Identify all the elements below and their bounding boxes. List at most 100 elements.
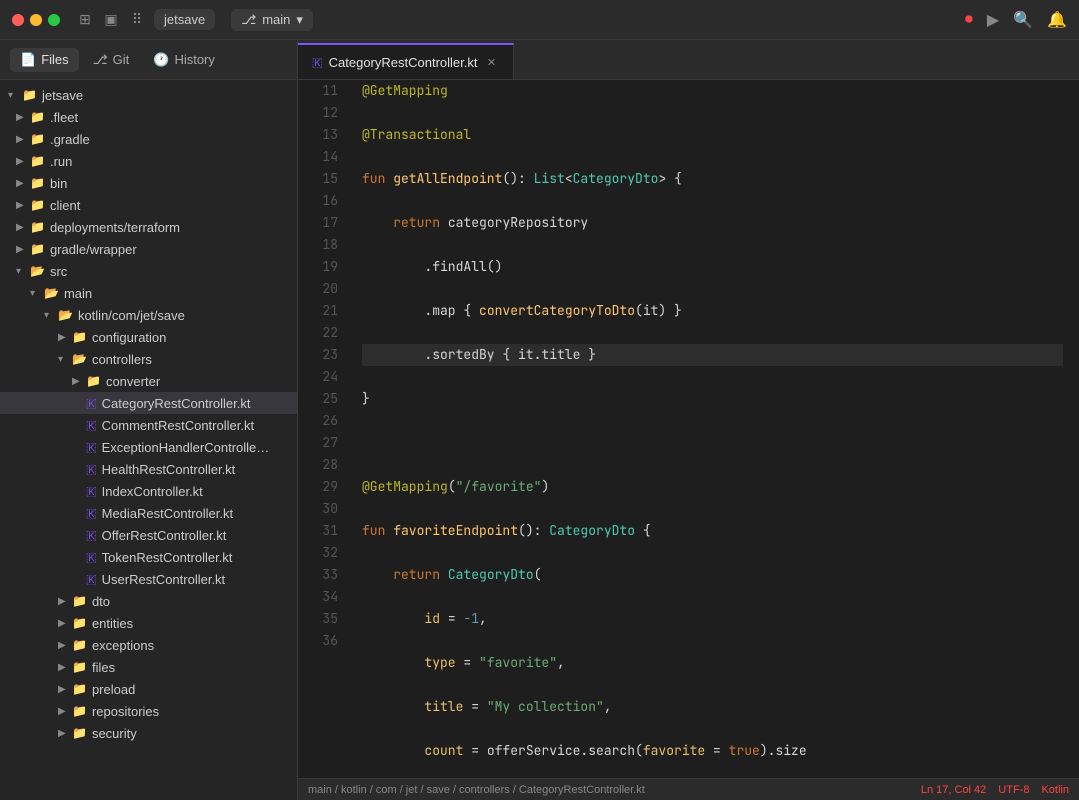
- files-icon: 📄: [20, 52, 36, 68]
- arrow-icon: ▾: [16, 266, 30, 277]
- editor-area: 🇰 CategoryRestController.kt ✕ 11 12 13 1…: [298, 40, 1079, 800]
- tree-item-converter[interactable]: ▶ 📁 converter: [0, 370, 297, 392]
- arrow-icon: ▶: [58, 728, 72, 739]
- code-line: }: [362, 388, 1063, 410]
- folder-icon: 📁: [72, 638, 87, 652]
- project-name: jetsave: [164, 12, 205, 27]
- arrow-icon: ▶: [16, 222, 30, 233]
- titlebar-right: ⏺ ▶ 🔍 🔔: [965, 10, 1067, 30]
- item-label: CommentRestController.kt: [102, 418, 254, 433]
- arrow-icon: ▶: [58, 662, 72, 673]
- arrow-icon: ▾: [8, 90, 22, 101]
- arrow-icon: ▾: [44, 310, 58, 321]
- kotlin-file-icon: 🇰: [86, 484, 97, 499]
- folder-icon: 📁: [30, 154, 45, 168]
- folder-icon: 📁: [72, 616, 87, 630]
- tree-item-index-controller[interactable]: 🇰 IndexController.kt: [0, 480, 297, 502]
- tree-item-offer-controller[interactable]: 🇰 OfferRestController.kt: [0, 524, 297, 546]
- folder-icon: 📁: [30, 198, 45, 212]
- main-layout: 📄 Files ⎇ Git 🕐 History ▾ 📁 jetsave ▶: [0, 40, 1079, 800]
- tree-item-repositories[interactable]: ▶ 📁 repositories: [0, 700, 297, 722]
- tree-item-main[interactable]: ▾ 📂 main: [0, 282, 297, 304]
- tree-item-category-controller[interactable]: 🇰 CategoryRestController.kt: [0, 392, 297, 414]
- item-label: client: [50, 198, 80, 213]
- arrow-icon: ▶: [58, 706, 72, 717]
- tree-item-client[interactable]: ▶ 📁 client: [0, 194, 297, 216]
- tree-item-preload[interactable]: ▶ 📁 preload: [0, 678, 297, 700]
- tree-item-security[interactable]: ▶ 📁 security: [0, 722, 297, 744]
- folder-icon: 📁: [72, 660, 87, 674]
- code-line: title = "My collection",: [362, 696, 1063, 718]
- sidebar-toggle-icon[interactable]: ⊞: [76, 11, 94, 29]
- encoding-label: UTF-8: [998, 784, 1029, 796]
- tree-item-deployments[interactable]: ▶ 📁 deployments/terraform: [0, 216, 297, 238]
- tree-item-run[interactable]: ▶ 📁 .run: [0, 150, 297, 172]
- folder-icon: 📂: [58, 308, 73, 322]
- code-line: type = "favorite",: [362, 652, 1063, 674]
- minimize-button[interactable]: [30, 14, 42, 26]
- folder-icon: 📂: [72, 352, 87, 366]
- tree-root[interactable]: ▾ 📁 jetsave: [0, 84, 297, 106]
- search-icon[interactable]: 🔍: [1013, 10, 1033, 30]
- tree-item-user-controller[interactable]: 🇰 UserRestController.kt: [0, 568, 297, 590]
- run-icon[interactable]: ▶: [987, 10, 999, 30]
- tree-item-dto[interactable]: ▶ 📁 dto: [0, 590, 297, 612]
- tree-item-exceptions[interactable]: ▶ 📁 exceptions: [0, 634, 297, 656]
- tree-item-bin[interactable]: ▶ 📁 bin: [0, 172, 297, 194]
- arrow-icon: ▶: [16, 244, 30, 255]
- tree-item-entities[interactable]: ▶ 📁 entities: [0, 612, 297, 634]
- tree-item-exception-controller[interactable]: 🇰 ExceptionHandlerControlle…: [0, 436, 297, 458]
- branch-icon: ⎇: [241, 12, 256, 28]
- arrow-icon: ▶: [16, 112, 30, 123]
- item-label: ExceptionHandlerControlle…: [102, 440, 270, 455]
- folder-icon: 📁: [30, 242, 45, 256]
- kotlin-file-icon: 🇰: [86, 418, 97, 433]
- close-tab-button[interactable]: ✕: [483, 54, 499, 70]
- tree-item-fleet[interactable]: ▶ 📁 .fleet: [0, 106, 297, 128]
- folder-icon: 📁: [72, 726, 87, 740]
- item-label: .fleet: [50, 110, 78, 125]
- tree-item-files[interactable]: ▶ 📁 files: [0, 656, 297, 678]
- tree-item-controllers[interactable]: ▾ 📂 controllers: [0, 348, 297, 370]
- item-label: HealthRestController.kt: [102, 462, 236, 477]
- branch-selector[interactable]: ⎇ main ▾: [231, 9, 313, 31]
- editor-tab-category[interactable]: 🇰 CategoryRestController.kt ✕: [298, 43, 514, 79]
- tree-item-configuration[interactable]: ▶ 📁 configuration: [0, 326, 297, 348]
- layout-icon[interactable]: ▣: [102, 11, 120, 29]
- record-icon[interactable]: ⏺: [965, 11, 973, 29]
- arrow-icon: ▾: [58, 354, 72, 365]
- language-label: Kotlin: [1041, 784, 1069, 796]
- item-label: deployments/terraform: [50, 220, 180, 235]
- cursor-position: Ln 17, Col 42: [921, 784, 986, 796]
- tree-item-comment-controller[interactable]: 🇰 CommentRestController.kt: [0, 414, 297, 436]
- code-line: @GetMapping("/favorite"): [362, 476, 1063, 498]
- tree-item-gradle-wrapper[interactable]: ▶ 📁 gradle/wrapper: [0, 238, 297, 260]
- arrow-icon: ▶: [16, 200, 30, 211]
- grid-icon[interactable]: ⠿: [128, 11, 146, 29]
- tree-item-kotlin[interactable]: ▾ 📂 kotlin/com/jet/save: [0, 304, 297, 326]
- arrow-icon: ▶: [58, 640, 72, 651]
- bell-icon[interactable]: 🔔: [1047, 10, 1067, 30]
- tree-item-gradle[interactable]: ▶ 📁 .gradle: [0, 128, 297, 150]
- code-line: count = offerService.search(favorite = t…: [362, 740, 1063, 762]
- code-line: .map { convertCategoryToDto(it) }: [362, 300, 1063, 322]
- maximize-button[interactable]: [48, 14, 60, 26]
- tree-item-token-controller[interactable]: 🇰 TokenRestController.kt: [0, 546, 297, 568]
- tree-item-health-controller[interactable]: 🇰 HealthRestController.kt: [0, 458, 297, 480]
- item-label: .run: [50, 154, 72, 169]
- item-label: security: [92, 726, 137, 741]
- code-content[interactable]: @GetMapping @Transactional fun getAllEnd…: [346, 80, 1079, 778]
- code-editor[interactable]: 11 12 13 14 15 16 17 18 19 20 21 22 23 2…: [298, 80, 1079, 778]
- root-label: jetsave: [42, 88, 83, 103]
- sidebar-tab-git[interactable]: ⎇ Git: [83, 48, 140, 72]
- project-selector[interactable]: jetsave: [154, 9, 215, 30]
- tree-item-src[interactable]: ▾ 📂 src: [0, 260, 297, 282]
- sidebar-tab-files[interactable]: 📄 Files: [10, 48, 79, 72]
- arrow-icon: ▶: [58, 618, 72, 629]
- close-button[interactable]: [12, 14, 24, 26]
- item-label: UserRestController.kt: [102, 572, 226, 587]
- tree-item-media-controller[interactable]: 🇰 MediaRestController.kt: [0, 502, 297, 524]
- kotlin-file-icon: 🇰: [86, 462, 97, 477]
- breadcrumb-text: main / kotlin / com / jet / save / contr…: [308, 784, 645, 796]
- sidebar-tab-history[interactable]: 🕐 History: [143, 48, 225, 72]
